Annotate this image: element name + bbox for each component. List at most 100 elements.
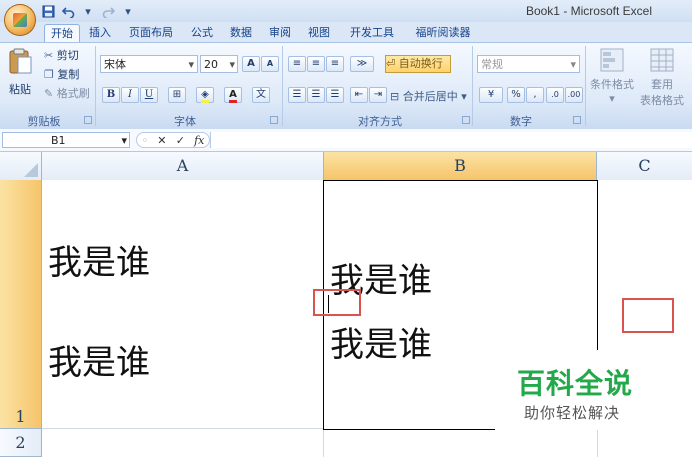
annotation-box-cell-c1 — [622, 298, 674, 333]
office-button[interactable] — [4, 4, 36, 36]
chevron-down-icon: ▾ — [229, 58, 235, 71]
phonetic-button[interactable]: 文 — [252, 87, 270, 103]
decrease-indent-button[interactable]: ⇤ — [350, 87, 368, 103]
alignment-group-label: 对齐方式 — [358, 115, 402, 128]
select-all-corner[interactable] — [0, 152, 42, 180]
tab-developer[interactable]: 开发工具 — [342, 24, 402, 42]
orientation-button[interactable]: ≫ — [350, 56, 374, 72]
fx-icon[interactable]: fx — [194, 134, 204, 147]
percent-button[interactable]: % — [507, 87, 525, 103]
row-header-2[interactable]: 2 — [0, 429, 42, 457]
paste-label: 粘贴 — [9, 83, 31, 96]
align-middle-button[interactable]: ≡ — [307, 56, 325, 72]
clipboard-dialog-launcher[interactable] — [84, 116, 92, 124]
number-format-select[interactable]: 常规 ▾ — [477, 55, 580, 73]
cell-a2[interactable] — [42, 430, 324, 457]
tab-foxit-reader[interactable]: 福昕阅读器 — [408, 24, 478, 42]
font-size-value: 20 — [204, 58, 218, 71]
decrease-decimal-button[interactable]: .00 — [565, 87, 583, 103]
group-separator — [585, 46, 586, 126]
number-dialog-launcher[interactable] — [573, 116, 581, 124]
currency-icon: ¥ — [487, 89, 495, 100]
conditional-format-icon — [600, 48, 624, 72]
cut-button[interactable]: ✂ 剪切 — [44, 47, 79, 63]
expand-icon[interactable]: ◦ — [142, 134, 149, 147]
group-separator — [472, 46, 473, 126]
orientation-icon: ≫ — [356, 58, 368, 69]
cancel-icon[interactable]: ✕ — [157, 134, 166, 147]
undo-icon[interactable] — [60, 3, 76, 19]
redo-icon[interactable] — [100, 3, 116, 19]
align-left-button[interactable]: ☰ — [288, 87, 306, 103]
formula-input[interactable] — [210, 132, 692, 148]
underline-icon: U — [144, 89, 154, 100]
name-box[interactable]: B1 ▾ — [2, 132, 130, 148]
paste-button[interactable]: 粘贴 — [7, 47, 33, 97]
font-size-select[interactable]: 20 ▾ — [200, 55, 238, 73]
bold-button[interactable]: B — [102, 87, 120, 103]
column-header-b[interactable]: B — [324, 152, 597, 180]
font-color-button[interactable]: A — [224, 87, 242, 103]
undo-dropdown-icon[interactable]: ▾ — [80, 3, 96, 19]
font-dialog-launcher[interactable] — [270, 116, 278, 124]
increase-decimal-button[interactable]: .0 — [546, 87, 564, 103]
column-header-a[interactable]: A — [42, 152, 324, 180]
name-box-value: B1 — [51, 134, 66, 147]
title-bar: ▾ ▾ Book1 - Microsoft Excel — [0, 0, 692, 22]
conditional-format-button[interactable]: 条件格式 ▾ — [590, 47, 634, 109]
format-as-table-button[interactable]: 套用 表格格式 — [636, 47, 688, 109]
percent-icon: % — [511, 89, 521, 100]
italic-button[interactable]: I — [121, 87, 139, 103]
shrink-font-button[interactable]: A — [261, 56, 279, 72]
cell-a1-line-1: 我是谁 — [48, 243, 150, 283]
align-center-button[interactable]: ☰ — [307, 87, 325, 103]
format-painter-button[interactable]: ✎ 格式刷 — [44, 85, 90, 101]
alignment-dialog-launcher[interactable] — [462, 116, 470, 124]
number-format-value: 常规 — [481, 58, 503, 71]
cell-b2[interactable] — [324, 430, 598, 457]
row-header-1[interactable]: 1 — [0, 180, 42, 429]
watermark-subtitle: 助你轻松解决 — [524, 404, 621, 422]
align-bottom-button[interactable]: ≡ — [326, 56, 344, 72]
font-name-select[interactable]: 宋体 ▾ — [100, 55, 198, 73]
cell-a1[interactable]: 我是谁 我是谁 — [42, 180, 324, 429]
align-top-button[interactable]: ≡ — [288, 56, 306, 72]
borders-button[interactable]: ⊞ — [168, 87, 186, 103]
number-group-label: 数字 — [510, 115, 532, 128]
align-right-button[interactable]: ☰ — [326, 87, 344, 103]
tab-page-layout[interactable]: 页面布局 — [122, 24, 180, 42]
save-icon[interactable] — [40, 3, 56, 19]
enter-icon[interactable]: ✓ — [176, 134, 185, 147]
copy-button[interactable]: ❐ 复制 — [44, 66, 79, 82]
comma-icon: , — [533, 89, 537, 100]
column-headers: A B C — [42, 152, 692, 181]
window-title: Book1 - Microsoft Excel — [525, 4, 652, 18]
tab-insert[interactable]: 插入 — [84, 24, 116, 42]
increase-indent-button[interactable]: ⇥ — [369, 87, 387, 103]
chevron-down-icon: ▾ — [121, 134, 127, 147]
annotation-box-cursor — [313, 289, 361, 316]
grow-font-icon: A — [247, 58, 255, 69]
currency-button[interactable]: ¥ — [479, 87, 503, 103]
wrap-text-button[interactable]: ⏎ 自动换行 — [385, 55, 451, 73]
cut-label: 剪切 — [56, 49, 79, 62]
tab-data[interactable]: 数据 — [225, 24, 257, 42]
chevron-down-icon: ▾ — [609, 92, 615, 105]
tab-view[interactable]: 视图 — [303, 24, 335, 42]
italic-icon: I — [128, 89, 132, 100]
decrease-decimal-icon: .00 — [567, 90, 581, 99]
office-logo-icon — [13, 13, 27, 27]
tab-review[interactable]: 审阅 — [264, 24, 296, 42]
underline-button[interactable]: U — [140, 87, 158, 103]
comma-button[interactable]: , — [526, 87, 544, 103]
customize-qat-icon[interactable]: ▾ — [120, 3, 136, 19]
grow-font-button[interactable]: A — [242, 56, 260, 72]
merge-center-button[interactable]: ⊟ 合并后居中 ▾ — [390, 88, 467, 104]
fill-color-button[interactable]: ◈ — [196, 87, 214, 103]
tab-formulas[interactable]: 公式 — [186, 24, 218, 42]
group-separator — [95, 46, 96, 126]
tab-home[interactable]: 开始 — [44, 24, 80, 43]
fill-color-icon: ◈ — [201, 89, 209, 103]
chevron-down-icon: ▾ — [188, 58, 194, 71]
column-header-c[interactable]: C — [597, 152, 692, 180]
